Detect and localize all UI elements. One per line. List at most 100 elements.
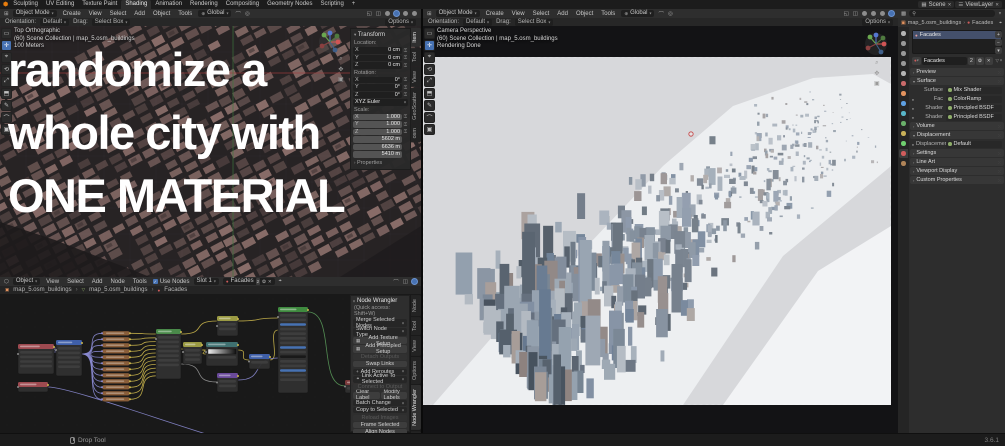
tool-add-cube[interactable]: ▣ <box>424 124 435 135</box>
tool-select-box[interactable]: ▭ <box>424 28 435 39</box>
tool-rotate[interactable]: ⟲ <box>424 64 435 75</box>
workspace-tab-shading[interactable]: Shading <box>121 0 152 9</box>
nw-copy-to-selected[interactable]: Copy to Selected ▾ <box>353 407 407 414</box>
pan-hand-icon[interactable]: ✥ <box>874 70 880 77</box>
properties-tab-texture[interactable] <box>899 159 908 168</box>
shading-material-icon[interactable] <box>403 11 408 16</box>
proportional-editing-icon[interactable]: ◎ <box>245 11 250 17</box>
menu-select[interactable]: Select <box>531 11 552 17</box>
lock-icon[interactable]: ⚿ <box>403 122 408 127</box>
editor-type-icon[interactable]: ⊞ <box>427 11 432 17</box>
sidebar-tab-node[interactable]: Node <box>411 295 421 317</box>
breadcrumb-object[interactable]: map_5.osm_buildings <box>908 20 962 26</box>
menu-node[interactable]: Node <box>108 279 126 285</box>
zoom-icon[interactable]: ⌕ <box>874 60 880 67</box>
breadcrumb-item-2[interactable]: Facades <box>164 287 187 293</box>
overlays-icon[interactable]: ◫ <box>403 279 408 285</box>
properties-tab-material[interactable] <box>899 149 908 158</box>
rotation-y-field[interactable]: Y 0° <box>353 84 402 91</box>
field-shader-value[interactable]: Principled BSDF <box>946 104 1002 112</box>
fake-user-button[interactable]: ❂ <box>975 56 984 65</box>
scale-y-field[interactable]: Y 1.000 <box>353 121 402 128</box>
rotation-mode-dropdown[interactable]: XYZ Euler ▾ <box>353 99 408 106</box>
material-name-field[interactable]: Facades <box>921 56 967 65</box>
sidebar-tab-tool[interactable]: Tool <box>411 317 421 336</box>
shading-material-icon[interactable] <box>880 11 885 16</box>
sidebar-tab-tool[interactable]: Tool <box>411 47 421 66</box>
remove-slot-button[interactable]: − <box>995 39 1002 46</box>
lock-icon[interactable]: ⚿ <box>403 77 408 82</box>
nw-batch-change[interactable]: Batch Change ▾ <box>353 400 407 407</box>
panel-volume[interactable]: › Volume ⁙ <box>910 122 1004 130</box>
menu-add[interactable]: Add <box>132 11 147 17</box>
user-count-button[interactable]: 2 <box>967 56 975 65</box>
nw-swap-links[interactable]: Swap Links <box>353 361 407 368</box>
menu-create[interactable]: Create <box>61 11 83 17</box>
workspace-tab--[interactable]: + <box>348 0 360 9</box>
panel-displacement[interactable]: ▾ Displacement ⁙ <box>910 131 1004 139</box>
scene-selector[interactable]: ▦ Scene ✕ <box>918 1 955 8</box>
properties-tab-world[interactable] <box>899 79 908 88</box>
properties-tab-modifiers[interactable] <box>899 99 908 108</box>
location-z-field[interactable]: Z0 cm <box>353 62 402 69</box>
lock-icon[interactable]: ⚿ <box>403 55 408 60</box>
field-shader-value[interactable]: Principled BSDF <box>946 113 1002 121</box>
transform-panel-title[interactable]: ▾ Transform <box>354 32 408 38</box>
view-layer-selector[interactable]: ☰ ViewLayer ✕ <box>955 1 1002 8</box>
properties-tab-scene[interactable] <box>899 69 908 78</box>
overlays-icon[interactable]: ◫ <box>376 11 381 17</box>
tool-scale[interactable]: ⤢ <box>424 76 435 87</box>
panel-preview[interactable]: › Preview ⁙ <box>910 68 1004 76</box>
overlays-icon[interactable]: ◫ <box>853 11 858 17</box>
shading-wireframe-icon[interactable] <box>862 11 867 16</box>
menu-create[interactable]: Create <box>484 11 506 17</box>
tool-cursor[interactable]: ⌖ <box>424 52 435 63</box>
menu-view[interactable]: View <box>87 11 104 17</box>
shading-rendered-icon[interactable] <box>889 11 894 16</box>
viewport-left-canvas[interactable]: Top Orthographic (60) Scene Collection |… <box>0 26 421 277</box>
scale-x-field[interactable]: X 1.000 <box>353 113 402 120</box>
properties-tab-view-layer[interactable] <box>899 59 908 68</box>
dimension-x-field[interactable]: 5602 m <box>353 136 402 143</box>
nw-add-principled-setup[interactable]: ▦ Add Principled Setup <box>353 343 407 355</box>
show-gizmo-icon[interactable]: ◱ <box>367 11 372 17</box>
lock-icon[interactable]: ⚿ <box>403 92 408 97</box>
breadcrumb-item-1[interactable]: map_5.osm_buildings <box>89 287 147 293</box>
options-dropdown[interactable]: Options ▾ <box>385 18 416 26</box>
unlink-view-layer-icon[interactable]: ✕ <box>995 2 999 8</box>
properties-tab-particles[interactable] <box>899 109 908 118</box>
mode-selector[interactable]: Object Mode ▾ <box>12 10 57 17</box>
properties-tab-tool[interactable] <box>899 29 908 38</box>
lock-icon[interactable]: ⚿ <box>403 129 408 134</box>
shading-wireframe-icon[interactable] <box>385 11 390 16</box>
panel-line-art[interactable]: › Line Art ⁙ <box>910 158 1004 166</box>
viewport-right-canvas[interactable]: Camera Perspective (60) Scene Collection… <box>423 26 898 433</box>
location-x-field[interactable]: X0 cm <box>353 47 402 54</box>
show-gizmo-icon[interactable]: ◱ <box>844 11 849 17</box>
workspace-tab-geometry-nodes[interactable]: Geometry Nodes <box>263 0 316 9</box>
panel-settings[interactable]: › Settings ⁙ <box>910 149 1004 157</box>
drag-dropdown[interactable]: Select Box ▾ <box>91 18 131 26</box>
menu-view[interactable]: View <box>44 279 61 285</box>
lock-icon[interactable]: ⚿ <box>403 63 408 68</box>
panel-surface[interactable]: ▾ Surface ⁙ <box>910 77 1004 85</box>
drag-dropdown[interactable]: Select Box ▾ <box>514 18 554 26</box>
editor-type-icon[interactable]: ⊞ <box>4 11 9 17</box>
orientation-dropdown[interactable]: Default ▾ <box>40 18 70 26</box>
node-preview-toggle[interactable] <box>412 279 417 284</box>
menu-add[interactable]: Add <box>90 279 105 285</box>
options-dropdown[interactable]: Options ▾ <box>862 18 893 26</box>
workspace-tab-compositing[interactable]: Compositing <box>222 0 263 9</box>
workspace-tab-animation[interactable]: Animation <box>151 0 186 9</box>
nw-clear-label[interactable]: Clear Label <box>353 389 380 401</box>
field-fac-value[interactable]: ColorRamp <box>946 95 1002 103</box>
nw-modify-labels[interactable]: Modify Labels <box>380 389 407 401</box>
nw-link-active-to-selected[interactable]: ⚭ Link Active To Selected ▾ <box>353 373 407 385</box>
tool-transform[interactable]: ⬒ <box>424 88 435 99</box>
shading-solid-icon[interactable] <box>394 11 399 16</box>
material-slot[interactable]: ● Facades <box>913 31 1001 39</box>
workspace-tab-sculpting[interactable]: Sculpting <box>9 0 42 9</box>
workspace-tab-rendering[interactable]: Rendering <box>186 0 222 9</box>
properties-tab-constraints[interactable] <box>899 129 908 138</box>
location-y-field[interactable]: Y0 cm <box>353 54 402 61</box>
